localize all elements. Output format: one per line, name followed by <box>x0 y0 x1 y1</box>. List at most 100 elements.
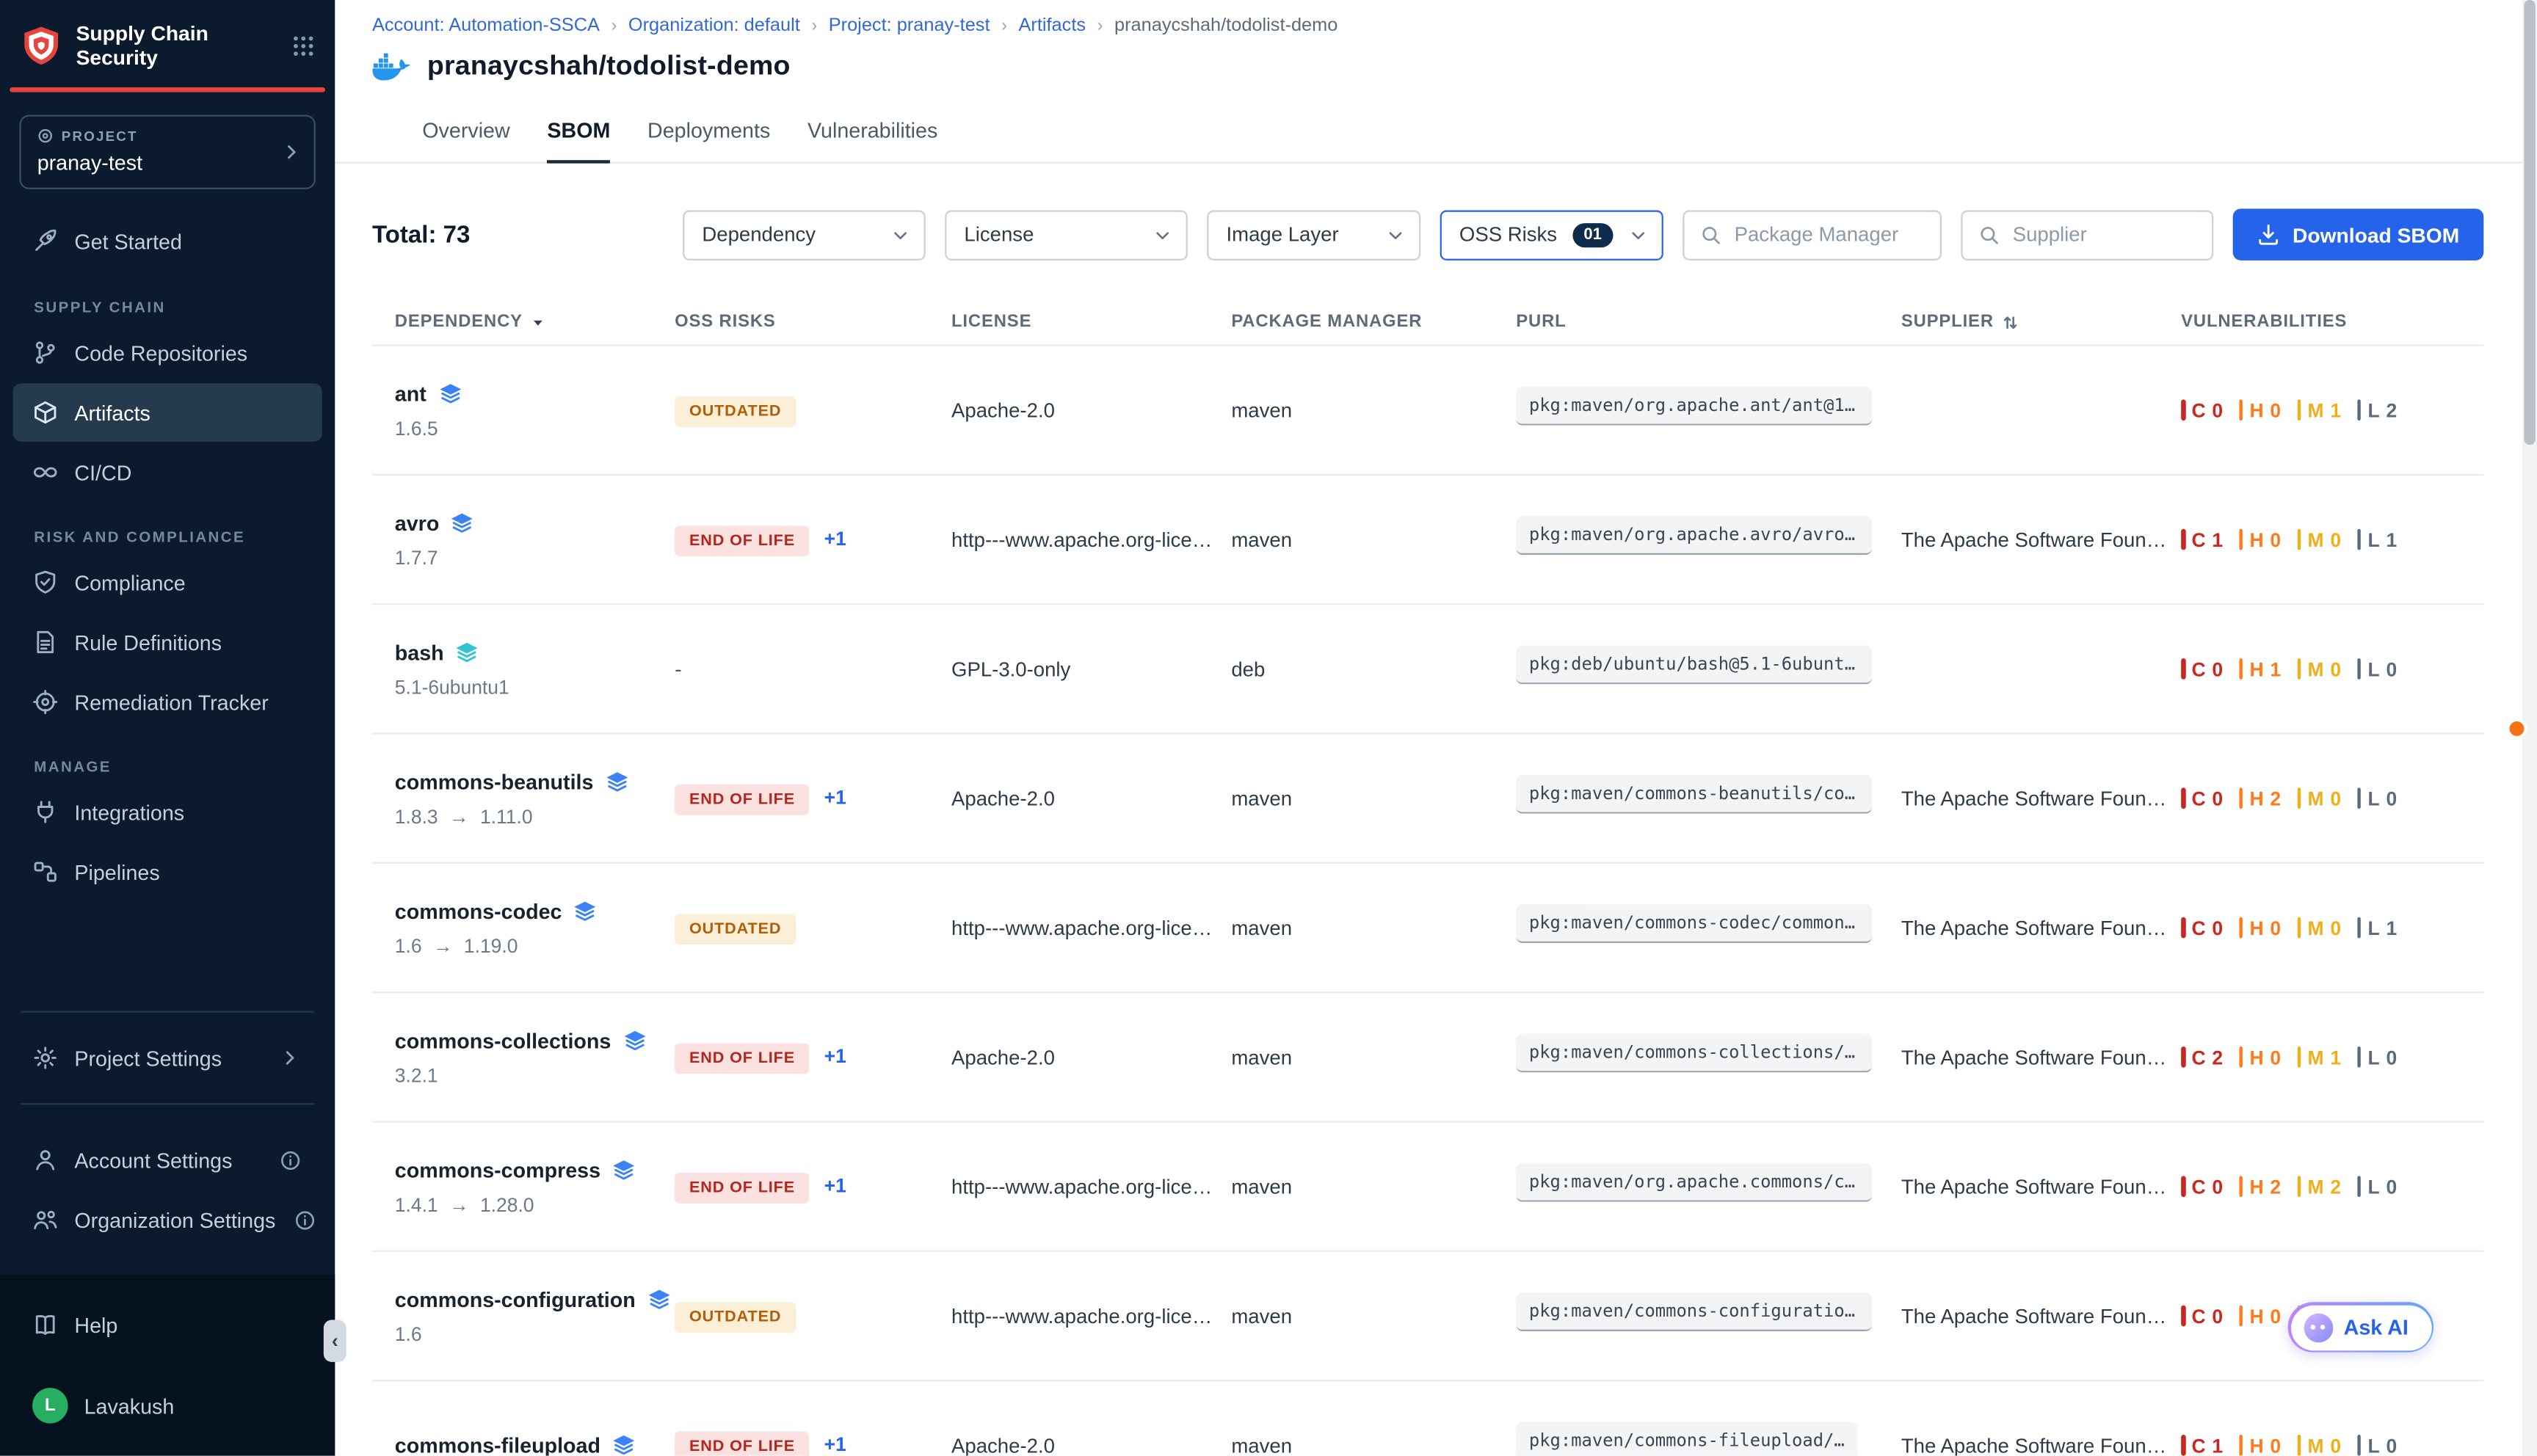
purl-value[interactable]: pkg:deb/ubuntu/bash@5.1-6ubuntu1 <box>1516 645 1872 684</box>
severity-bar <box>2239 1046 2243 1068</box>
page-title: pranaycshah/todolist-demo <box>427 50 791 82</box>
search-input-supplier[interactable] <box>2013 223 2196 246</box>
filter-dropdown-image-layer[interactable]: Image Layer <box>1207 209 1420 259</box>
sidebar-item-help[interactable]: Help <box>13 1295 322 1353</box>
table-row-commons-fileupload[interactable]: commons-fileuploadEND OF LIFE+1Apache-2.… <box>372 1380 2483 1456</box>
breadcrumb-separator: › <box>611 16 617 35</box>
breadcrumb-item-organization-default[interactable]: Organization: default <box>628 16 800 35</box>
purl-value[interactable]: pkg:maven/commons-configuration/… <box>1516 1292 1872 1331</box>
table-row-commons-configuration[interactable]: commons-configuration1.6OUTDATEDhttp---w… <box>372 1251 2483 1380</box>
table-row-commons-compress[interactable]: commons-compress1.4.1→1.28.0END OF LIFE+… <box>372 1121 2483 1250</box>
sidebar-item-compliance[interactable]: Compliance <box>13 553 322 611</box>
upgrade-arrow-icon: → <box>433 934 452 957</box>
purl-value[interactable]: pkg:maven/commons-beanutils/comm… <box>1516 775 1872 814</box>
severity-number: 0 <box>2330 1434 2341 1456</box>
suggested-version: 1.28.0 <box>480 1193 534 1216</box>
sidebar-collapse-handle[interactable]: ‹ <box>324 1320 346 1362</box>
column-header-vulnerabilities: VULNERABILITIES <box>2181 312 2483 331</box>
dependency-cell: commons-beanutils1.8.3→1.11.0 <box>395 769 675 827</box>
purl-value[interactable]: pkg:maven/org.apache.commons/com… <box>1516 1163 1872 1202</box>
table-row-bash[interactable]: bash5.1-6ubuntu1-GPL-3.0-onlydebpkg:deb/… <box>372 603 2483 732</box>
sidebar-item-rule-definitions[interactable]: Rule Definitions <box>13 614 322 671</box>
severity-number: 0 <box>2386 1046 2397 1069</box>
severity-number: 0 <box>2270 917 2281 939</box>
sidebar-item-get-started[interactable]: Get Started <box>13 212 322 270</box>
severity-bar <box>2239 1435 2243 1456</box>
supplier-cell: The Apache Software Foun… <box>1901 1305 2181 1328</box>
scrollbar-thumb[interactable] <box>2524 0 2535 445</box>
sidebar-item-project-settings[interactable]: Project Settings <box>13 1029 322 1087</box>
sidebar-item-account-settings[interactable]: Account Settings <box>13 1131 322 1189</box>
user-menu[interactable]: L Lavakush <box>13 1377 322 1435</box>
vuln-c-count: C0 <box>2181 787 2223 809</box>
sidebar-item-organization-settings[interactable]: Organization Settings <box>13 1190 322 1248</box>
tab-vulnerabilities[interactable]: Vulnerabilities <box>807 102 937 162</box>
severity-letter: C <box>2191 787 2205 809</box>
brand-line2: Security <box>76 46 279 70</box>
purl-value[interactable]: pkg:maven/commons-fileupload/… <box>1516 1422 1857 1455</box>
sidebar-item-pipelines[interactable]: Pipelines <box>13 843 322 901</box>
oss-risk-more-link[interactable]: +1 <box>824 1433 846 1455</box>
filter-searches <box>1683 209 2213 259</box>
oss-risk-more-link[interactable]: +1 <box>824 785 846 808</box>
severity-bar <box>2181 787 2185 809</box>
purl-value[interactable]: pkg:maven/commons-collections/co… <box>1516 1033 1872 1072</box>
column-header-supplier[interactable]: SUPPLIER <box>1901 312 2181 331</box>
severity-letter: H <box>2249 398 2263 421</box>
column-header-dependency[interactable]: DEPENDENCY <box>395 312 675 331</box>
oss-risk-more-link[interactable]: +1 <box>824 1044 846 1067</box>
table-row-avro[interactable]: avro1.7.7END OF LIFE+1http---www.apache.… <box>372 474 2483 603</box>
filter-dropdown-dependency[interactable]: Dependency <box>683 209 926 259</box>
oss-risk-cell: END OF LIFE+1 <box>675 782 951 815</box>
vulnerabilities-cell: C0H0M1L2 <box>2181 398 2483 421</box>
severity-bar <box>2357 1046 2362 1068</box>
dependency-name: commons-configuration <box>395 1286 675 1311</box>
tab-deployments[interactable]: Deployments <box>647 102 770 162</box>
table-row-commons-collections[interactable]: commons-collections3.2.1END OF LIFE+1Apa… <box>372 991 2483 1121</box>
breadcrumb-item-project-pranay-test[interactable]: Project: pranay-test <box>829 16 990 35</box>
dependency-version: 1.8.3→1.11.0 <box>395 805 675 828</box>
breadcrumb-separator: › <box>1001 16 1007 35</box>
oss-risk-more-link[interactable]: +1 <box>824 526 846 549</box>
filter-dropdown-license[interactable]: License <box>945 209 1188 259</box>
tab-sbom[interactable]: SBOM <box>547 102 610 162</box>
breadcrumb-item-artifacts[interactable]: Artifacts <box>1018 16 1086 35</box>
sidebar-item-label: Account Settings <box>74 1148 232 1172</box>
table-row-commons-codec[interactable]: commons-codec1.6→1.19.0OUTDATEDhttp---ww… <box>372 862 2483 991</box>
purl-value[interactable]: pkg:maven/commons-codec/commons-… <box>1516 904 1872 943</box>
dependency-cell: commons-configuration1.6 <box>395 1286 675 1344</box>
apps-grid-icon[interactable] <box>291 33 316 57</box>
sidebar-item-remediation-tracker[interactable]: Remediation Tracker <box>13 673 322 731</box>
tab-overview[interactable]: Overview <box>422 102 509 162</box>
search-input-package-manager[interactable] <box>1735 223 1924 246</box>
sidebar-item-integrations[interactable]: Integrations <box>13 783 322 841</box>
info-icon[interactable] <box>291 1206 317 1232</box>
project-label-row: PROJECT <box>37 128 298 145</box>
sidebar-item-ci-cd[interactable]: CI/CD <box>13 443 322 501</box>
download-sbom-button[interactable]: Download SBOM <box>2232 208 2483 261</box>
vuln-m-count: M0 <box>2297 528 2341 551</box>
filter-dropdown-oss-risks[interactable]: OSS Risks01 <box>1440 209 1663 259</box>
table-row-commons-beanutils[interactable]: commons-beanutils1.8.3→1.11.0END OF LIFE… <box>372 732 2483 862</box>
dependency-name: ant <box>395 381 675 405</box>
sidebar-item-artifacts[interactable]: Artifacts <box>13 384 322 442</box>
severity-letter: M <box>2308 787 2324 809</box>
purl-value[interactable]: pkg:maven/org.apache.avro/avro@1… <box>1516 516 1872 555</box>
severity-number: 0 <box>2270 1046 2281 1069</box>
brand-name: Supply Chain Security <box>76 21 279 70</box>
table-row-ant[interactable]: ant1.6.5OUTDATEDApache-2.0mavenpkg:maven… <box>372 344 2483 473</box>
vuln-c-count: C1 <box>2181 528 2223 551</box>
filter-dropdown-label: Image Layer <box>1227 223 1339 246</box>
vuln-l-count: L1 <box>2357 528 2397 551</box>
purl-value[interactable]: pkg:maven/org.apache.ant/ant@1.6… <box>1516 387 1872 426</box>
vuln-m-count: M0 <box>2297 1434 2341 1456</box>
sidebar-item-code-repositories[interactable]: Code Repositories <box>13 324 322 382</box>
notification-dot[interactable] <box>2506 718 2527 740</box>
info-icon[interactable] <box>277 1147 302 1173</box>
breadcrumb-item-account-automation-ssca[interactable]: Account: Automation-SSCA <box>372 16 600 35</box>
project-selector[interactable]: PROJECT pranay-test <box>19 115 315 189</box>
severity-letter: M <box>2308 398 2324 421</box>
oss-risk-more-link[interactable]: +1 <box>824 1173 846 1196</box>
filter-dropdown-label: OSS Risks <box>1459 223 1557 246</box>
ask-ai-button[interactable]: Ask AI <box>2288 1302 2433 1352</box>
